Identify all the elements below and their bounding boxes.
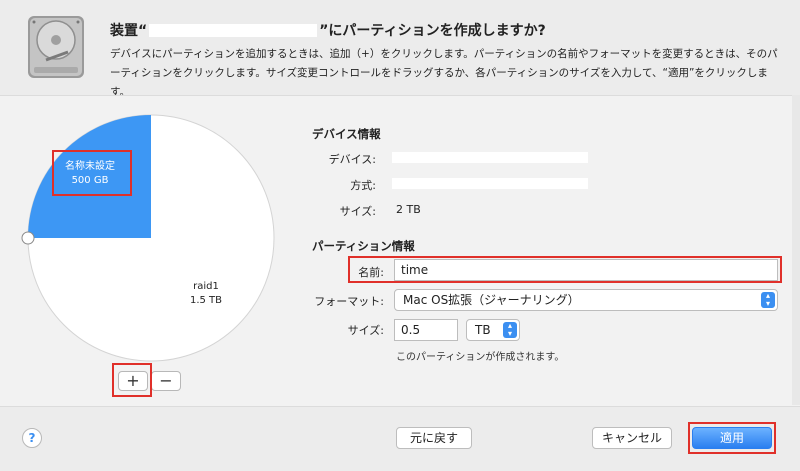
resize-handle[interactable] xyxy=(21,231,35,245)
partition-info-heading: パーティション情報 xyxy=(312,239,415,253)
cancel-button[interactable]: キャンセル xyxy=(592,427,672,449)
other-partition-name: raid1 xyxy=(193,281,219,292)
device-info-heading: デバイス情報 xyxy=(312,127,381,141)
scheme-label: 方式: xyxy=(350,179,376,192)
remove-partition-button[interactable]: − xyxy=(151,371,181,391)
selected-partition-size: 500 GB xyxy=(71,175,109,186)
partition-pie-chart[interactable] xyxy=(20,107,282,369)
device-label: デバイス: xyxy=(328,153,376,166)
panel-edge xyxy=(792,95,800,405)
name-label: 名前: xyxy=(358,266,384,279)
chevron-updown-icon: ▴ ▾ xyxy=(761,292,775,308)
dialog-header: 装置“ ”にパーティションを作成しますか? デバイスにパーティションを追加すると… xyxy=(0,0,800,98)
selected-partition-name: 名称未設定 xyxy=(65,161,115,172)
partition-size-field[interactable]: 0.5 xyxy=(394,319,458,341)
revert-button[interactable]: 元に戻す xyxy=(396,427,472,449)
format-label: フォーマット: xyxy=(314,295,384,308)
other-partition-label: raid1 1.5 TB xyxy=(180,280,232,308)
partition-name-field[interactable]: time xyxy=(394,259,778,281)
dialog-title: 装置“ ”にパーティションを作成しますか? xyxy=(110,20,546,40)
device-size-value: 2 TB xyxy=(396,203,421,216)
title-suffix: ”にパーティションを作成しますか? xyxy=(319,23,546,39)
dialog-description: デバイスにパーティションを追加するときは、追加（+）をクリックします。パーティシ… xyxy=(110,48,778,98)
device-size-label: サイズ: xyxy=(339,205,376,218)
other-partition-size: 1.5 TB xyxy=(189,295,223,306)
format-select-value: Mac OS拡張（ジャーナリング） xyxy=(403,293,580,307)
pie-svg xyxy=(21,114,275,362)
help-button[interactable]: ? xyxy=(22,428,42,448)
partition-note: このパーティションが作成されます。 xyxy=(396,352,565,363)
redacted-device-name xyxy=(149,23,318,37)
size-unit-value: TB xyxy=(475,323,491,337)
hard-disk-icon xyxy=(28,16,84,78)
redacted-device-value xyxy=(392,152,588,163)
redacted-scheme-value xyxy=(392,178,588,189)
chevron-updown-icon: ▴ ▾ xyxy=(503,322,517,338)
size-unit-select[interactable]: TB ▴ ▾ xyxy=(466,319,520,341)
title-prefix: 装置“ xyxy=(110,23,148,39)
format-select[interactable]: Mac OS拡張（ジャーナリング） ▴ ▾ xyxy=(394,289,778,311)
add-partition-button[interactable]: + xyxy=(118,371,148,391)
apply-button[interactable]: 適用 xyxy=(692,427,772,449)
selected-partition-label: 名称未設定 500 GB xyxy=(60,160,120,188)
size-label: サイズ: xyxy=(347,324,384,337)
